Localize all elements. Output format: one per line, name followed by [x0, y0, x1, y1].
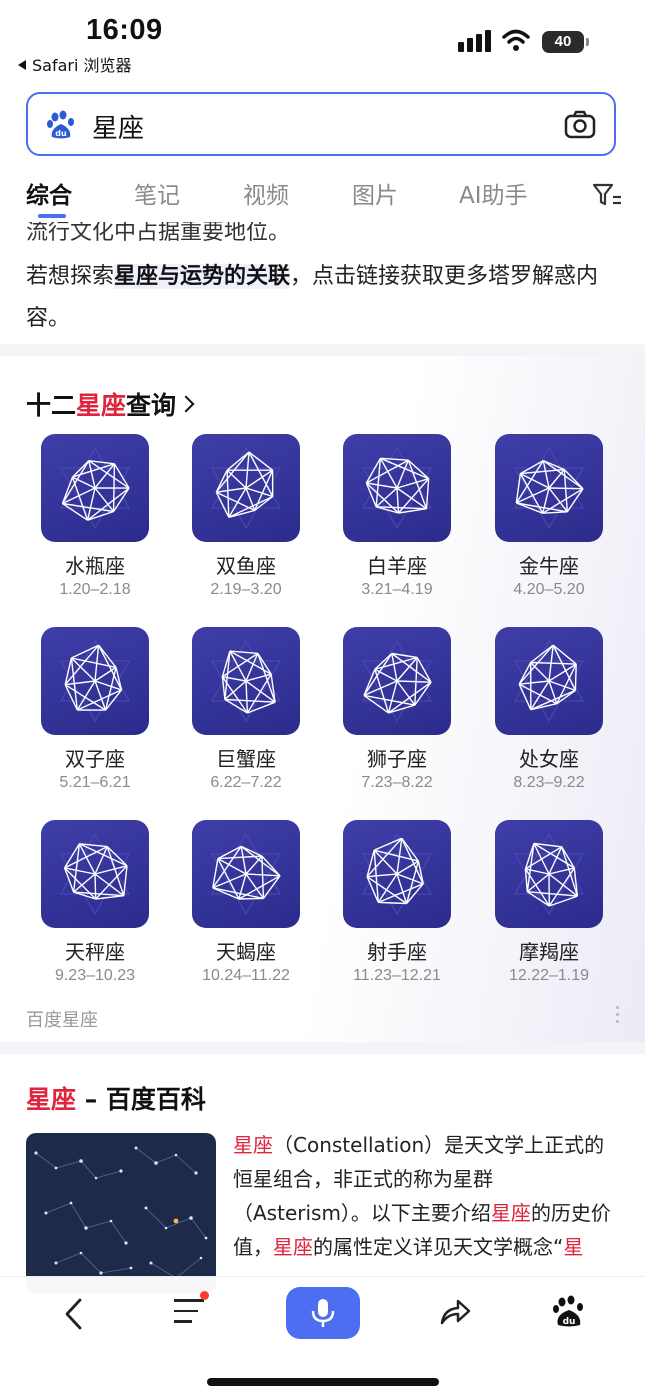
- constellation-image[interactable]: [26, 1133, 216, 1293]
- zodiac-sign-icon: [495, 820, 603, 928]
- filter-icon[interactable]: [592, 182, 622, 208]
- zodiac-sign-icon: [192, 434, 300, 542]
- zodiac-card-title[interactable]: 十二星座查询: [26, 386, 192, 422]
- zodiac-name: 狮子座: [322, 743, 472, 772]
- zodiac-name: 双鱼座: [171, 550, 321, 579]
- zodiac-sign-icon: [192, 820, 300, 928]
- tab-图片[interactable]: 图片: [352, 176, 398, 210]
- status-bar: 16:09 Safari 浏览器 40: [0, 0, 645, 80]
- tab-视频[interactable]: 视频: [243, 176, 289, 210]
- svg-text:du: du: [55, 129, 67, 138]
- search-tabs: 综合 笔记 视频 图片 AI助手: [0, 168, 645, 220]
- zodiac-item[interactable]: 双鱼座 2.19–3.20: [171, 434, 321, 599]
- zodiac-date-range: 3.21–4.19: [322, 581, 472, 599]
- zodiac-sign-icon: [41, 820, 149, 928]
- zodiac-name: 天蝎座: [171, 936, 321, 965]
- zodiac-sign-icon: [343, 434, 451, 542]
- voice-search-button[interactable]: [286, 1287, 360, 1339]
- zodiac-item[interactable]: 巨蟹座 6.22–7.22: [171, 627, 321, 792]
- zodiac-item[interactable]: 处女座 8.23–9.22: [474, 627, 624, 792]
- zodiac-sign-icon: [343, 820, 451, 928]
- zodiac-date-range: 4.20–5.20: [474, 581, 624, 599]
- chevron-right-icon: [178, 396, 195, 413]
- tab-ai-assistant[interactable]: AI助手: [459, 176, 528, 210]
- baike-summary: 星座（Constellation）是天文学上正式的恒星组合，非正式的称为星群（A…: [233, 1128, 623, 1264]
- zodiac-sign-icon: [495, 434, 603, 542]
- zodiac-item[interactable]: 射手座 11.23–12.21: [322, 820, 472, 985]
- svg-text:du: du: [563, 1317, 576, 1327]
- notification-dot: [200, 1291, 209, 1300]
- tab-综合[interactable]: 综合: [26, 176, 72, 210]
- back-to-safari-link[interactable]: Safari 浏览器: [18, 52, 132, 76]
- search-input[interactable]: 星座: [92, 108, 144, 145]
- zodiac-item[interactable]: 金牛座 4.20–5.20: [474, 434, 624, 599]
- zodiac-name: 金牛座: [474, 550, 624, 579]
- zodiac-source[interactable]: 百度星座: [26, 1006, 98, 1032]
- zodiac-date-range: 10.24–11.22: [171, 967, 321, 985]
- active-tab-indicator: [38, 214, 66, 218]
- search-box[interactable]: du 星座: [26, 92, 616, 156]
- zodiac-date-range: 8.23–9.22: [474, 774, 624, 792]
- camera-icon[interactable]: [564, 110, 596, 140]
- cellular-signal-icon: [458, 30, 492, 52]
- zodiac-sign-icon: [41, 627, 149, 735]
- zodiac-date-range: 6.22–7.22: [171, 774, 321, 792]
- zodiac-name: 水瓶座: [20, 550, 170, 579]
- zodiac-item[interactable]: 狮子座 7.23–8.22: [322, 627, 472, 792]
- zodiac-sign-icon: [41, 434, 149, 542]
- zodiac-sign-icon: [192, 627, 300, 735]
- zodiac-date-range: 1.20–2.18: [20, 581, 170, 599]
- more-options-icon[interactable]: [614, 1006, 620, 1026]
- section-divider: [0, 344, 645, 356]
- zodiac-date-range: 11.23–12.21: [322, 967, 472, 985]
- zodiac-date-range: 12.22–1.19: [474, 967, 624, 985]
- zodiac-name: 射手座: [322, 936, 472, 965]
- wifi-icon: [502, 28, 530, 52]
- zodiac-name: 处女座: [474, 743, 624, 772]
- zodiac-name: 双子座: [20, 743, 170, 772]
- zodiac-name: 摩羯座: [474, 936, 624, 965]
- zodiac-sign-icon: [343, 627, 451, 735]
- zodiac-date-range: 9.23–10.23: [20, 967, 170, 985]
- home-indicator[interactable]: [207, 1378, 439, 1386]
- section-divider: [0, 1042, 645, 1054]
- zodiac-item[interactable]: 天秤座 9.23–10.23: [20, 820, 170, 985]
- baidu-paw-icon: du: [46, 109, 78, 141]
- back-triangle-icon: [18, 60, 26, 70]
- zodiac-date-range: 7.23–8.22: [322, 774, 472, 792]
- back-app-label: Safari 浏览器: [32, 56, 132, 75]
- fortune-link[interactable]: 星座与运势的关联: [114, 264, 290, 289]
- zodiac-date-range: 2.19–3.20: [171, 581, 321, 599]
- battery-icon: 40: [542, 31, 584, 53]
- para-prefix: 若想探索: [26, 264, 114, 289]
- share-icon[interactable]: [438, 1295, 472, 1329]
- baike-title[interactable]: 星座 – 百度百科: [26, 1080, 206, 1116]
- zodiac-date-range: 5.21–6.21: [20, 774, 170, 792]
- zodiac-name: 巨蟹座: [171, 743, 321, 772]
- battery-nub: [586, 38, 589, 46]
- back-arrow-icon[interactable]: [62, 1297, 86, 1331]
- zodiac-name: 白羊座: [322, 550, 472, 579]
- zodiac-item[interactable]: 双子座 5.21–6.21: [20, 627, 170, 792]
- zodiac-name: 天秤座: [20, 936, 170, 965]
- result-paragraph: 若想探索星座与运势的关联，点击链接获取更多塔罗解惑内容。: [26, 256, 621, 340]
- zodiac-item[interactable]: 天蝎座 10.24–11.22: [171, 820, 321, 985]
- zodiac-sign-icon: [495, 627, 603, 735]
- zodiac-item[interactable]: 水瓶座 1.20–2.18: [20, 434, 170, 599]
- microphone-icon: [286, 1287, 360, 1339]
- zodiac-item[interactable]: 摩羯座 12.22–1.19: [474, 820, 624, 985]
- status-time: 16:09: [86, 14, 163, 47]
- menu-icon[interactable]: [174, 1299, 204, 1329]
- baidu-home-icon[interactable]: du: [552, 1293, 588, 1329]
- zodiac-item[interactable]: 白羊座 3.21–4.19: [322, 434, 472, 599]
- tab-笔记[interactable]: 笔记: [134, 176, 180, 210]
